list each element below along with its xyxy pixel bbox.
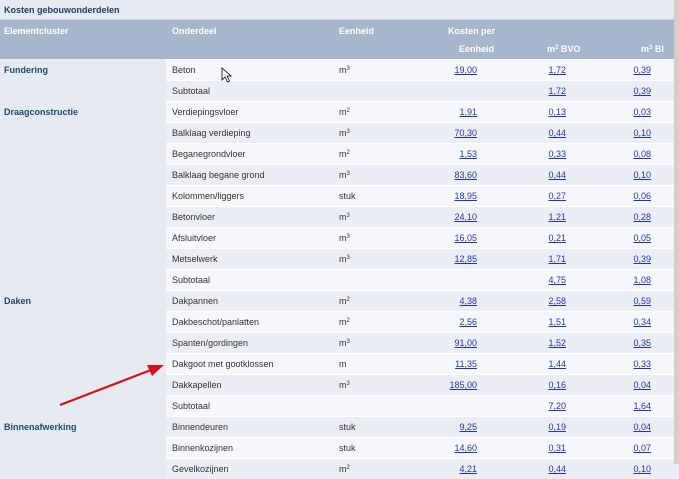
cost-per-bi-link[interactable]: 0,10	[633, 464, 651, 474]
part-label: Gevelkozijnen	[172, 464, 229, 474]
mouse-cursor-icon	[221, 67, 233, 83]
annotation-overlay	[59, 67, 233, 407]
unit-sup: 2	[346, 465, 350, 471]
cost-per-unit-link[interactable]: 4,21	[459, 464, 477, 474]
cost-per-bvo-link[interactable]: 0,44	[548, 464, 566, 474]
unit-base: m	[339, 464, 347, 474]
red-arrow-annotation	[59, 365, 164, 407]
unit-label: m2	[339, 464, 350, 474]
